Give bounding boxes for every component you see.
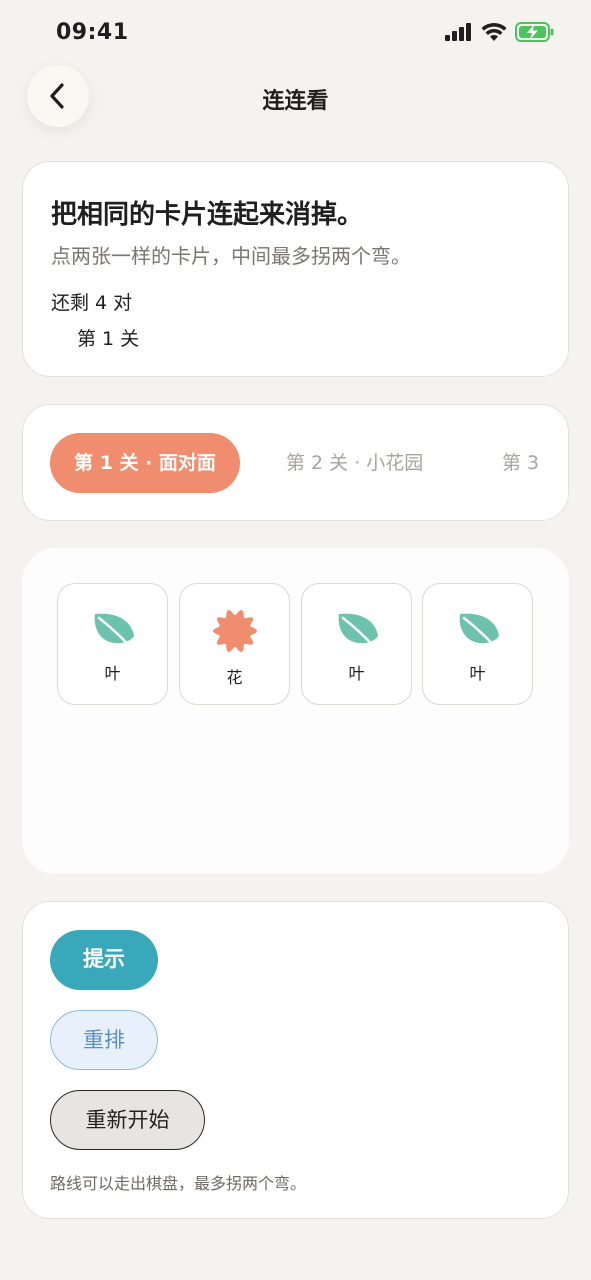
tile-label: 花 bbox=[226, 668, 243, 687]
shuffle-button[interactable]: 重排 bbox=[50, 1010, 158, 1070]
battery-charging-icon bbox=[515, 22, 554, 42]
flower-icon bbox=[213, 610, 257, 652]
tab-level-1[interactable]: 第 1 关 · 面对面 bbox=[50, 433, 240, 493]
tile-leaf[interactable]: 叶 bbox=[57, 583, 168, 705]
instructions-card: 把相同的卡片连起来消掉。 点两张一样的卡片，中间最多拐两个弯。 还剩 4 对 第… bbox=[22, 161, 569, 377]
rules-note: 路线可以走出棋盘，最多拐两个弯。 bbox=[50, 1174, 307, 1193]
signal-icon bbox=[445, 23, 471, 41]
tile-leaf[interactable]: 叶 bbox=[301, 583, 412, 705]
leaf-icon bbox=[94, 613, 135, 652]
tile-flower[interactable]: 花 bbox=[179, 583, 290, 705]
tile-label: 叶 bbox=[348, 664, 365, 683]
leaf-icon bbox=[459, 613, 500, 652]
leaf-icon bbox=[338, 613, 379, 652]
page-title: 连连看 bbox=[262, 89, 329, 114]
status-time: 09:41 bbox=[56, 20, 129, 45]
level-tabs: 第 1 关 · 面对面 第 2 关 · 小花园 第 3 bbox=[22, 404, 569, 521]
tile-leaf[interactable]: 叶 bbox=[422, 583, 533, 705]
current-level: 第 1 关 bbox=[77, 328, 140, 350]
status-icons bbox=[445, 22, 555, 42]
wifi-icon bbox=[481, 22, 507, 41]
tab-level-3[interactable]: 第 3 bbox=[502, 433, 539, 493]
game-board: 叶 花 叶 叶 bbox=[22, 548, 569, 874]
instructions-title: 把相同的卡片连起来消掉。 bbox=[51, 200, 364, 230]
tile-label: 叶 bbox=[104, 664, 121, 683]
hint-button[interactable]: 提示 bbox=[50, 930, 158, 990]
pairs-remaining: 还剩 4 对 bbox=[51, 292, 133, 314]
status-bar: 09:41 bbox=[0, 0, 591, 66]
controls-card: 提示 重排 重新开始 路线可以走出棋盘，最多拐两个弯。 bbox=[22, 901, 569, 1219]
tile-label: 叶 bbox=[469, 664, 486, 683]
instructions-subtitle: 点两张一样的卡片，中间最多拐两个弯。 bbox=[51, 244, 411, 268]
tab-level-2[interactable]: 第 2 关 · 小花园 bbox=[286, 433, 423, 493]
restart-button[interactable]: 重新开始 bbox=[50, 1090, 205, 1150]
